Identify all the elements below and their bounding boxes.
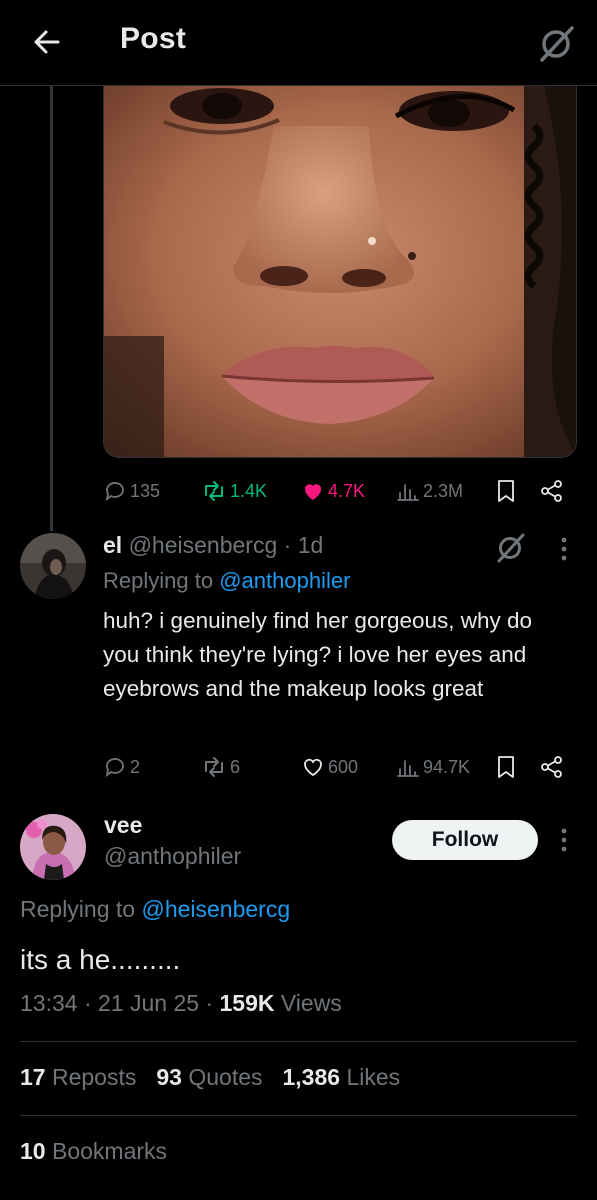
reply-icon bbox=[105, 482, 124, 502]
likes-stat[interactable]: 1,386 Likes bbox=[283, 1064, 401, 1091]
share-action[interactable] bbox=[539, 476, 565, 506]
replying-to-handle[interactable]: @anthophiler bbox=[219, 568, 350, 593]
page-title: Post bbox=[120, 22, 187, 55]
views-label: Views bbox=[280, 990, 342, 1016]
bookmarks-label: Bookmarks bbox=[51, 1138, 168, 1164]
quotes-count: 93 bbox=[156, 1064, 182, 1090]
share-icon bbox=[541, 480, 562, 502]
divider bbox=[20, 1041, 577, 1042]
grok-icon[interactable] bbox=[536, 22, 578, 64]
like-count: 600 bbox=[328, 756, 359, 777]
follow-button[interactable]: Follow bbox=[392, 820, 538, 860]
reply-author-line: el @heisenbercg · 1d bbox=[103, 532, 323, 559]
post-meta: 13:34 · 21 Jun 25 · 159K Views bbox=[20, 990, 342, 1017]
views-icon bbox=[397, 484, 419, 501]
avatar[interactable] bbox=[20, 533, 86, 599]
repost-action[interactable]: 1.4K bbox=[201, 476, 267, 506]
top-bar: Post bbox=[0, 0, 597, 86]
bookmark-icon bbox=[498, 756, 514, 778]
bookmark-action[interactable] bbox=[495, 476, 517, 506]
reply-action[interactable]: 2 bbox=[103, 752, 140, 782]
reply-icon bbox=[105, 758, 124, 778]
reply-author-handle[interactable]: @heisenbercg bbox=[129, 532, 278, 558]
replying-prefix: Replying to bbox=[103, 568, 214, 593]
views-count[interactable]: 159K bbox=[220, 990, 275, 1016]
separator: · bbox=[283, 532, 292, 558]
views-action[interactable]: 2.3M bbox=[396, 476, 463, 506]
author-name[interactable]: vee bbox=[104, 812, 142, 839]
reply-time: 1d bbox=[297, 532, 324, 558]
replying-to-line: Replying to @anthophiler bbox=[103, 568, 350, 594]
post-time[interactable]: 13:34 bbox=[20, 990, 78, 1016]
reply-text: huh? i genuinely find her gorgeous, why … bbox=[103, 608, 533, 701]
heart-icon bbox=[304, 758, 322, 777]
post-date[interactable]: 21 Jun 25 bbox=[98, 990, 199, 1016]
replying-to-line: Replying to @heisenbercg bbox=[20, 896, 290, 923]
likes-count: 1,386 bbox=[282, 1064, 341, 1090]
more-options-icon[interactable] bbox=[554, 532, 574, 566]
thread-line bbox=[50, 86, 53, 531]
reply-action[interactable]: 135 bbox=[103, 476, 160, 506]
bookmarks-stat[interactable]: 10 Bookmarks bbox=[20, 1138, 167, 1165]
reposts-stat[interactable]: 17 Reposts bbox=[20, 1064, 136, 1091]
repost-count: 6 bbox=[230, 756, 241, 777]
post-text: its a he......... bbox=[20, 944, 181, 975]
grok-icon[interactable] bbox=[494, 530, 528, 564]
views-icon bbox=[397, 760, 419, 777]
share-icon bbox=[541, 756, 562, 778]
separator: · bbox=[83, 990, 92, 1016]
views-action[interactable]: 94.7K bbox=[396, 752, 470, 782]
bookmark-action[interactable] bbox=[495, 752, 517, 782]
share-action[interactable] bbox=[539, 752, 565, 782]
like-action[interactable]: 600 bbox=[301, 752, 358, 782]
reply-action-bar: 2 6 600 94.7K bbox=[103, 752, 577, 782]
views-count: 94.7K bbox=[423, 756, 471, 777]
divider bbox=[20, 1115, 577, 1116]
reposts-label: Reposts bbox=[51, 1064, 137, 1090]
quotes-label: Quotes bbox=[188, 1064, 263, 1090]
engagement-stats: 17 Reposts 93 Quotes 1,386 Likes bbox=[20, 1064, 420, 1091]
reply-count: 135 bbox=[130, 480, 161, 501]
views-count: 2.3M bbox=[423, 480, 464, 501]
repost-icon bbox=[205, 481, 223, 501]
like-count: 4.7K bbox=[328, 480, 366, 501]
repost-action[interactable]: 6 bbox=[201, 752, 240, 782]
reposts-count: 17 bbox=[20, 1064, 46, 1090]
replying-prefix: Replying to bbox=[20, 896, 136, 922]
bookmark-icon bbox=[498, 480, 514, 502]
author-handle[interactable]: @anthophiler bbox=[104, 843, 241, 870]
avatar[interactable] bbox=[20, 814, 86, 880]
repost-icon bbox=[205, 757, 223, 777]
more-options-icon[interactable] bbox=[554, 823, 574, 857]
separator: · bbox=[205, 990, 214, 1016]
quotes-stat[interactable]: 93 Quotes bbox=[156, 1064, 262, 1091]
like-action[interactable]: 4.7K bbox=[301, 476, 365, 506]
back-arrow-icon[interactable] bbox=[28, 22, 68, 62]
repost-count: 1.4K bbox=[230, 480, 268, 501]
bookmarks-count: 10 bbox=[20, 1138, 46, 1164]
parent-action-bar: 135 1.4K 4.7K 2.3M bbox=[103, 476, 577, 506]
likes-label: Likes bbox=[346, 1064, 401, 1090]
reply-count: 2 bbox=[130, 756, 141, 777]
reply-author-name[interactable]: el bbox=[103, 532, 122, 558]
replying-to-handle[interactable]: @heisenbercg bbox=[141, 896, 290, 922]
post-photo[interactable] bbox=[103, 86, 577, 458]
heart-filled-icon bbox=[304, 484, 322, 500]
